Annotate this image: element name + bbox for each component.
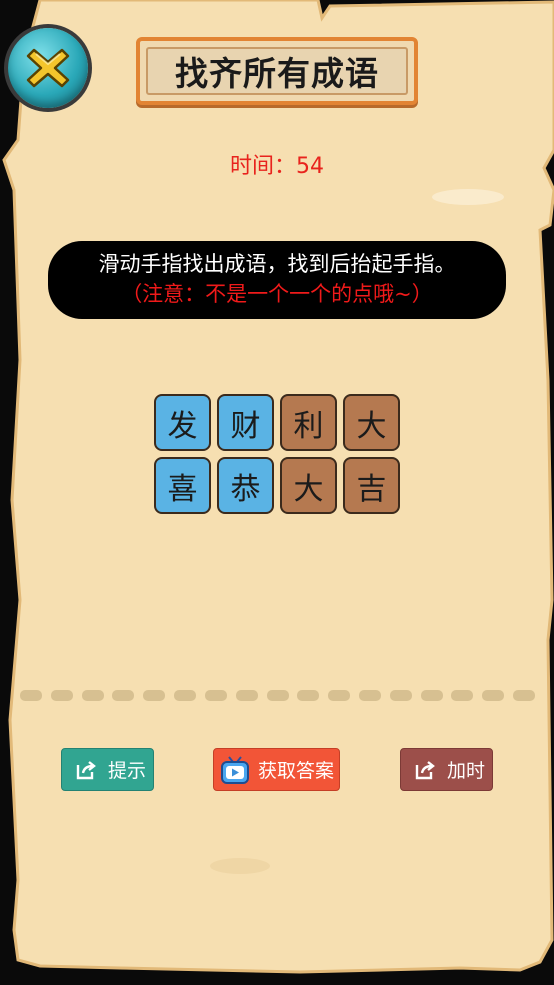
instruction-note: （注意：不是一个一个的点哦~） (121, 282, 433, 306)
divider-dash (81, 690, 104, 701)
instruction-text: 滑动手指找出成语，找到后抬起手指。 (98, 252, 456, 276)
char-tile[interactable]: 喜 (154, 457, 211, 514)
divider-dash (174, 690, 197, 701)
add-time-button-label: 加时 (447, 760, 486, 782)
dashed-divider (20, 690, 535, 704)
page-title: 找齐所有成语 (175, 54, 379, 93)
get-answer-button-label: 获取答案 (258, 760, 335, 782)
game-screen: 找齐所有成语 时间：54 滑动手指找出成语，找到后抬起手指。 （注意：不是一个一… (0, 0, 554, 985)
char-tile[interactable]: 利 (280, 394, 337, 451)
character-grid: 发财利大喜恭大吉 (154, 394, 402, 514)
title-banner: 找齐所有成语 (136, 37, 418, 105)
close-button[interactable] (8, 28, 88, 108)
close-x-icon (26, 48, 70, 88)
divider-dash (358, 690, 381, 701)
divider-dash (143, 690, 166, 701)
divider-dash (420, 690, 443, 701)
divider-dash (112, 690, 135, 701)
get-answer-button[interactable]: 获取答案 (213, 748, 340, 791)
divider-dash (482, 690, 505, 701)
timer-label: 时间：54 (230, 154, 324, 179)
char-tile[interactable]: 吉 (343, 457, 400, 514)
divider-dash (20, 690, 42, 701)
char-tile[interactable]: 财 (217, 394, 274, 451)
char-tile[interactable]: 发 (154, 394, 211, 451)
divider-dash (266, 690, 289, 701)
char-tile[interactable]: 恭 (217, 457, 274, 514)
divider-dash (50, 690, 73, 701)
divider-dash (235, 690, 258, 701)
divider-dash (451, 690, 474, 701)
add-time-button[interactable]: 加时 (400, 748, 493, 791)
instruction-panel: 滑动手指找出成语，找到后抬起手指。 （注意：不是一个一个的点哦~） (48, 241, 506, 319)
divider-dash (204, 690, 227, 701)
video-tv-icon (220, 755, 250, 785)
char-tile[interactable]: 大 (280, 457, 337, 514)
divider-dash (513, 690, 535, 701)
divider-dash (389, 690, 412, 701)
divider-dash (328, 690, 351, 701)
divider-dash (297, 690, 320, 701)
share-icon (74, 758, 98, 782)
char-tile[interactable]: 大 (343, 394, 400, 451)
share-icon (413, 758, 437, 782)
hint-button[interactable]: 提示 (61, 748, 154, 791)
hint-button-label: 提示 (108, 760, 147, 782)
